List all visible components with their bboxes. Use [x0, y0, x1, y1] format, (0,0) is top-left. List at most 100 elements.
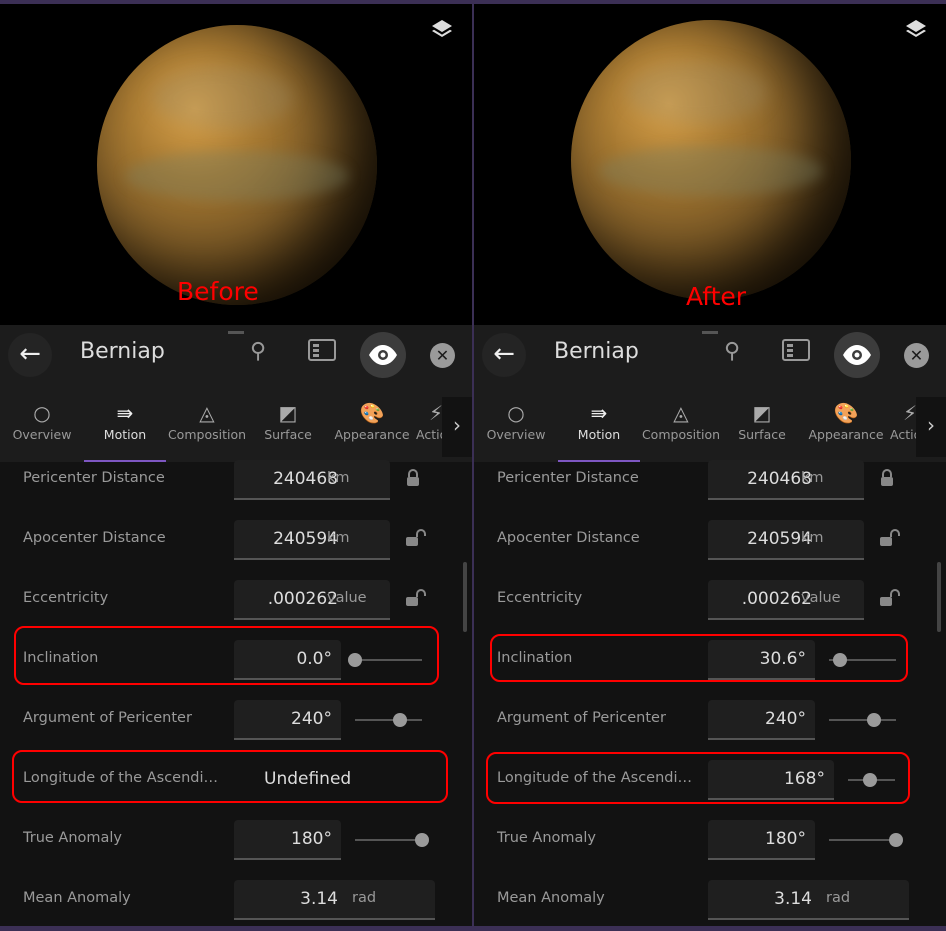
- row-eccentricity: Eccentricity .000262 value: [474, 580, 946, 620]
- tab-composition[interactable]: ◬ Composition: [640, 385, 722, 462]
- unit-label: rad: [826, 890, 851, 906]
- tab-overview[interactable]: ○ Overview: [474, 385, 558, 462]
- unlock-icon[interactable]: [879, 529, 901, 551]
- tab-overview[interactable]: ○ Overview: [0, 385, 84, 462]
- planet-viewport[interactable]: After: [474, 4, 946, 325]
- close-icon[interactable]: ✕: [430, 343, 455, 368]
- highlight-longitude: [486, 752, 910, 804]
- unit-label: km: [801, 470, 824, 486]
- highlight-inclination: [490, 634, 908, 682]
- input-pericenter-distance[interactable]: 240468 km: [234, 460, 390, 500]
- visibility-eye-icon[interactable]: [834, 332, 880, 378]
- row-pericenter-distance: Pericenter Distance 240468 km: [0, 460, 472, 500]
- planet-render: [97, 25, 377, 305]
- tab-motion[interactable]: ⇛ Motion: [558, 385, 640, 462]
- row-apocenter-distance: Apocenter Distance 240594 km: [474, 520, 946, 560]
- lock-icon[interactable]: [879, 469, 895, 491]
- drag-handle[interactable]: [228, 331, 244, 334]
- input-apocenter-distance[interactable]: 240594 km: [708, 520, 864, 560]
- composition-icon: ◬: [199, 401, 215, 425]
- input-true-anomaly[interactable]: 180°: [708, 820, 815, 860]
- overview-icon: ○: [507, 401, 525, 425]
- tab-bar: ○ Overview ⇛ Motion ◬ Composition ◩ Surface 🎨 App…: [0, 385, 472, 462]
- tab-surface[interactable]: ◩ Surface: [248, 385, 328, 462]
- input-eccentricity[interactable]: .000262 value: [708, 580, 864, 620]
- tab-composition[interactable]: ◬ Composition: [166, 385, 248, 462]
- highlight-inclination: [14, 626, 439, 685]
- slider-true-anomaly[interactable]: [829, 839, 896, 841]
- value-text: 180°: [291, 829, 332, 849]
- label-argument-of-pericenter: Argument of Pericenter: [497, 710, 666, 726]
- lock-icon[interactable]: [405, 469, 421, 491]
- unlock-icon[interactable]: [405, 589, 427, 611]
- motion-properties: Pericenter Distance 240468 km Apocenter Dis…: [0, 460, 472, 926]
- object-header: ← Berniap ⚲ ✕: [474, 325, 946, 385]
- details-panel-icon[interactable]: [308, 339, 336, 367]
- row-argument-of-pericenter: Argument of Pericenter 240°: [0, 700, 472, 740]
- tabs-scroll-right-icon[interactable]: ›: [442, 397, 472, 457]
- input-eccentricity[interactable]: .000262 value: [234, 580, 390, 620]
- object-title: Berniap: [554, 339, 639, 364]
- layers-icon[interactable]: [430, 18, 454, 42]
- tab-label: Motion: [103, 427, 147, 442]
- label-argument-of-pericenter: Argument of Pericenter: [23, 710, 192, 726]
- unlock-icon[interactable]: [405, 529, 427, 551]
- slider-true-anomaly[interactable]: [355, 839, 422, 841]
- panel-before: Before ← Berniap ⚲ ✕ ○ Overview ⇛ Motion ◬ Composi…: [0, 4, 472, 926]
- overview-icon: ○: [33, 401, 51, 425]
- search-icon[interactable]: ⚲: [724, 339, 740, 364]
- motion-icon: ⇛: [116, 401, 134, 425]
- slider-knob[interactable]: [415, 833, 429, 847]
- layers-icon[interactable]: [904, 18, 928, 42]
- unit-label: value: [327, 590, 367, 606]
- search-icon[interactable]: ⚲: [250, 339, 266, 364]
- input-mean-anomaly[interactable]: 3.14 rad: [708, 880, 909, 920]
- tab-label: Surface: [738, 427, 786, 442]
- details-panel-icon[interactable]: [782, 339, 810, 367]
- value-text: 3.14: [300, 889, 338, 909]
- visibility-eye-icon[interactable]: [360, 332, 406, 378]
- label-mean-anomaly: Mean Anomaly: [23, 890, 131, 906]
- input-mean-anomaly[interactable]: 3.14 rad: [234, 880, 435, 920]
- value-text: 3.14: [774, 889, 812, 909]
- tab-label: Composition: [167, 427, 247, 442]
- slider-argument-of-pericenter[interactable]: [829, 719, 896, 721]
- label-true-anomaly: True Anomaly: [23, 830, 123, 846]
- unit-label: km: [327, 470, 350, 486]
- row-mean-anomaly: Mean Anomaly 3.14 rad: [474, 880, 946, 920]
- close-icon[interactable]: ✕: [904, 343, 929, 368]
- back-arrow-icon[interactable]: ←: [8, 333, 52, 377]
- annotation-label: Before: [177, 277, 259, 306]
- tab-appearance[interactable]: 🎨 Appearance: [328, 385, 416, 462]
- planet-render: [571, 20, 851, 300]
- object-title: Berniap: [80, 339, 165, 364]
- label-apocenter-distance: Apocenter Distance: [497, 530, 640, 546]
- drag-handle[interactable]: [702, 331, 718, 334]
- input-apocenter-distance[interactable]: 240594 km: [234, 520, 390, 560]
- input-pericenter-distance[interactable]: 240468 km: [708, 460, 864, 500]
- tab-label: Composition: [641, 427, 721, 442]
- tab-motion[interactable]: ⇛ Motion: [84, 385, 166, 462]
- slider-knob[interactable]: [889, 833, 903, 847]
- unlock-icon[interactable]: [879, 589, 901, 611]
- surface-icon: ◩: [752, 401, 772, 425]
- row-mean-anomaly: Mean Anomaly 3.14 rad: [0, 880, 472, 920]
- label-apocenter-distance: Apocenter Distance: [23, 530, 166, 546]
- row-true-anomaly: True Anomaly 180°: [0, 820, 472, 860]
- tab-surface[interactable]: ◩ Surface: [722, 385, 802, 462]
- planet-viewport[interactable]: Before: [0, 4, 472, 325]
- input-argument-of-pericenter[interactable]: 240°: [708, 700, 815, 740]
- input-argument-of-pericenter[interactable]: 240°: [234, 700, 341, 740]
- value-text: 240°: [291, 709, 332, 729]
- tab-bar: ○ Overview ⇛ Motion ◬ Composition ◩ Surface 🎨 App…: [474, 385, 946, 462]
- highlight-longitude: [12, 750, 448, 803]
- slider-knob[interactable]: [866, 713, 881, 727]
- row-argument-of-pericenter: Argument of Pericenter 240°: [474, 700, 946, 740]
- row-apocenter-distance: Apocenter Distance 240594 km: [0, 520, 472, 560]
- input-true-anomaly[interactable]: 180°: [234, 820, 341, 860]
- tab-appearance[interactable]: 🎨 Appearance: [802, 385, 890, 462]
- slider-argument-of-pericenter[interactable]: [355, 719, 422, 721]
- slider-knob[interactable]: [392, 713, 407, 727]
- tabs-scroll-right-icon[interactable]: ›: [916, 397, 946, 457]
- back-arrow-icon[interactable]: ←: [482, 333, 526, 377]
